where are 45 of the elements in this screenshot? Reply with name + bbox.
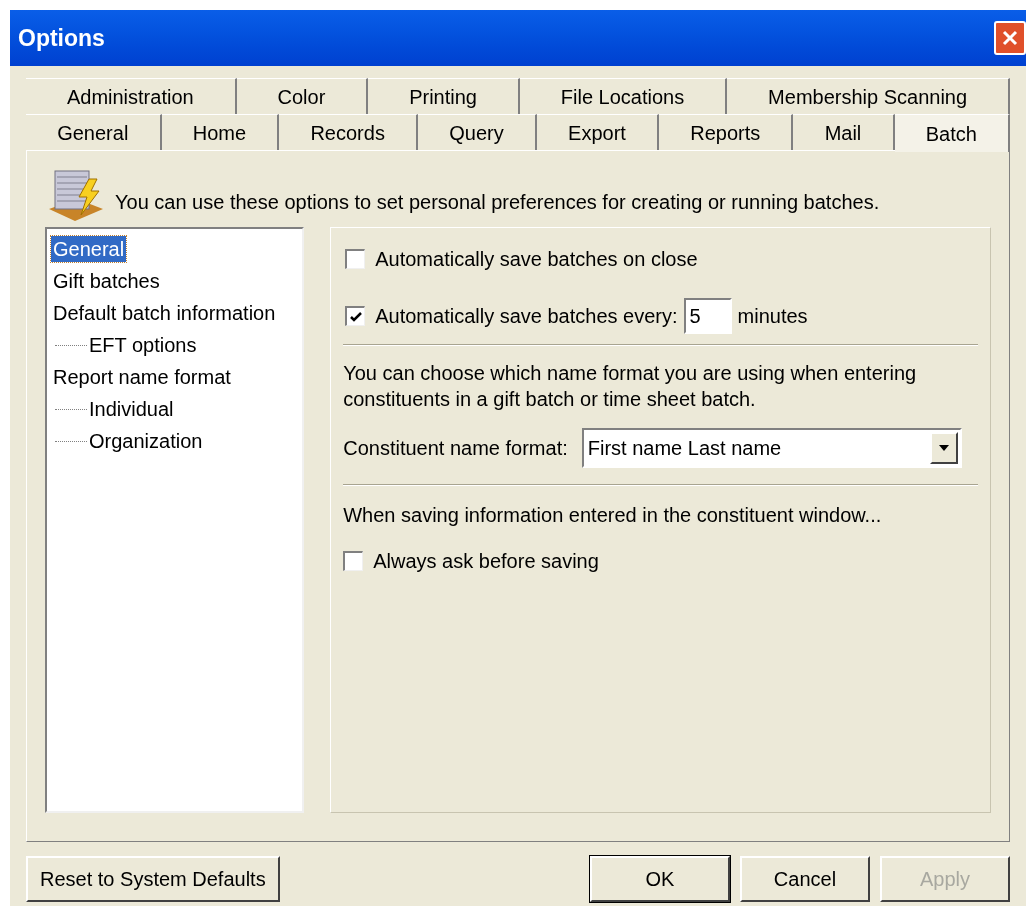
checkbox[interactable] — [343, 551, 364, 571]
tab[interactable]: Query — [418, 114, 537, 150]
name-format-note: You can choose which name format you are using when entering constituents in a gift batch or time sheet batch. — [343, 361, 918, 412]
tree-connector — [55, 440, 87, 442]
tree-connector — [55, 344, 87, 346]
checkbox[interactable] — [345, 306, 366, 326]
checkmark-icon — [348, 309, 363, 324]
tab[interactable]: Home — [161, 114, 280, 150]
tree-item[interactable]: Individual — [87, 396, 176, 422]
tree-item[interactable]: Default batch information — [51, 300, 278, 326]
tab[interactable]: General — [26, 114, 162, 150]
minutes-label: minutes — [737, 304, 808, 329]
dropdown-arrow-button[interactable] — [929, 432, 958, 464]
tab[interactable]: Reports — [659, 114, 794, 150]
tab[interactable]: Printing — [368, 78, 520, 114]
tab[interactable]: Administration — [26, 78, 237, 114]
tree-item[interactable]: EFT options — [87, 332, 199, 358]
tab[interactable]: Membership Scanning — [727, 78, 1011, 114]
tab[interactable]: Export — [536, 114, 660, 150]
tab[interactable]: Color — [236, 78, 369, 114]
saving-note: When saving information entered in the constituent window... — [343, 503, 883, 528]
dialog-button[interactable]: Reset to System Defaults — [26, 856, 280, 902]
checkbox-label: Automatically save batches on close — [375, 247, 698, 272]
name-format-dropdown[interactable]: First name Last name — [581, 428, 962, 468]
tree-item[interactable]: Report name format — [51, 364, 233, 390]
intro-text: You can use these options to set personal preferences for creating or running batches. — [115, 190, 880, 215]
minutes-field[interactable]: 5 — [683, 298, 732, 334]
checkbox-label: Always ask before saving — [373, 549, 599, 574]
dialog-button[interactable]: OK — [590, 856, 730, 902]
dialog-button[interactable]: Cancel — [740, 856, 870, 902]
checkbox[interactable] — [345, 249, 366, 269]
tree-item[interactable]: Organization — [87, 428, 205, 454]
tab[interactable]: File Locations — [519, 78, 728, 114]
close-icon — [1001, 29, 1019, 47]
close-button[interactable] — [994, 21, 1026, 55]
tree-item[interactable]: Gift batches — [51, 268, 162, 294]
tab[interactable]: Mail — [793, 114, 895, 150]
tab[interactable]: Batch — [894, 114, 1010, 152]
field-label: Constituent name format: — [343, 436, 568, 461]
checkbox-label: Automatically save batches every: — [375, 304, 678, 329]
tree-connector — [55, 408, 87, 410]
tab[interactable]: Records — [279, 114, 419, 150]
caret-icon — [937, 444, 950, 452]
window-title: Options — [18, 23, 105, 53]
tree-item[interactable]: General — [51, 236, 127, 262]
